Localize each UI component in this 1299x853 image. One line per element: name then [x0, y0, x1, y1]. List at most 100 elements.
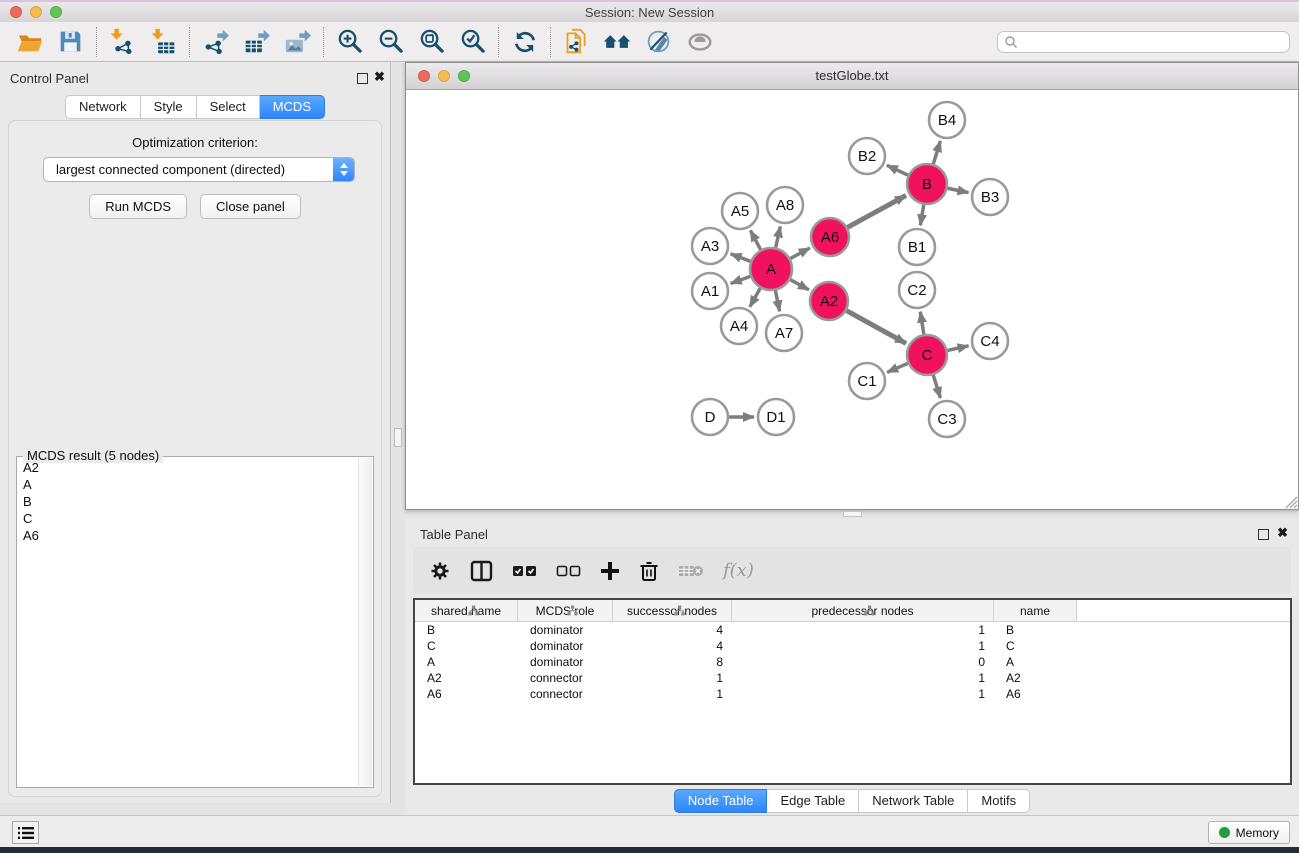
graph-node-A4[interactable]: A4 [721, 308, 757, 344]
graph-edge-B-B4[interactable] [932, 141, 940, 167]
graph-edge-C-C1[interactable] [887, 362, 910, 372]
split-divider-handle[interactable] [843, 511, 862, 517]
graph-edge-B-B3[interactable] [945, 188, 969, 193]
zoom-out-button[interactable] [370, 25, 411, 59]
graph-node-A2[interactable]: A2 [810, 282, 848, 320]
graph-edge-A-A2[interactable] [788, 278, 809, 290]
column-header-shared-name[interactable]: shared name [415, 600, 518, 621]
table-cell[interactable]: 1 [732, 687, 994, 701]
graph-edge-A-A4[interactable] [750, 286, 762, 307]
graph-node-A7[interactable]: A7 [766, 315, 802, 351]
zoom-fit-button[interactable] [411, 25, 452, 59]
table-row[interactable]: Bdominator41B [415, 622, 1290, 638]
mcds-result-item[interactable]: A6 [18, 527, 358, 544]
open-session-button[interactable] [9, 25, 50, 59]
graph-edge-C-C3[interactable] [932, 372, 940, 398]
close-panel-button[interactable]: Close panel [200, 194, 301, 219]
network-zoom-button[interactable] [458, 70, 470, 82]
table-cell[interactable]: connector [518, 671, 613, 685]
zoom-selected-button[interactable] [452, 25, 493, 59]
tab-node-table[interactable]: Node Table [674, 789, 768, 813]
first-neighbors-button[interactable] [597, 25, 638, 59]
show-hide-button[interactable] [679, 25, 720, 59]
table-cell[interactable]: A [994, 655, 1077, 669]
graph-node-A6[interactable]: A6 [811, 218, 849, 256]
graph-node-B3[interactable]: B3 [972, 179, 1008, 215]
network-window-titlebar[interactable]: testGlobe.txt [406, 63, 1298, 90]
graph-node-A[interactable]: A [750, 248, 792, 290]
table-cell[interactable]: connector [518, 687, 613, 701]
table-cell[interactable]: 4 [613, 623, 732, 637]
graph-edge-C-C2[interactable] [920, 312, 924, 338]
table-row[interactable]: A6connector11A6 [415, 686, 1290, 702]
criterion-dropdown[interactable]: largest connected component (directed) [43, 157, 355, 182]
table-cell[interactable]: C [994, 639, 1077, 653]
table-row[interactable]: Adominator80A [415, 654, 1290, 670]
export-network-button[interactable] [195, 25, 236, 59]
column-header-successor-nodes[interactable]: successor nodes [613, 600, 732, 621]
graph-edge-C-C4[interactable] [945, 346, 969, 351]
graph-edge-A-A3[interactable] [731, 254, 754, 262]
function-builder-icon[interactable]: f(x) [723, 560, 754, 581]
graph-node-B[interactable]: B [907, 164, 947, 204]
refresh-button[interactable] [504, 25, 545, 59]
graph-edge-A-A8[interactable] [775, 227, 780, 251]
add-column-icon[interactable] [600, 561, 620, 581]
close-panel-icon[interactable]: ✖ [374, 69, 385, 85]
graph-node-B4[interactable]: B4 [929, 102, 965, 138]
mcds-result-item[interactable]: A2 [18, 459, 358, 476]
graph-edge-A-A5[interactable] [750, 230, 762, 252]
search-box[interactable] [997, 31, 1290, 53]
table-cell[interactable]: 1 [613, 687, 732, 701]
table-cell[interactable]: B [994, 623, 1077, 637]
deselect-all-icon[interactable] [556, 564, 581, 578]
delete-table-icon[interactable] [678, 562, 704, 580]
table-cell[interactable]: 1 [613, 671, 732, 685]
table-cell[interactable]: dominator [518, 655, 613, 669]
graph-edge-A-A1[interactable] [731, 275, 753, 283]
table-cell[interactable]: A6 [415, 687, 518, 701]
table-cell[interactable]: A6 [994, 687, 1077, 701]
show-columns-icon[interactable] [470, 560, 493, 582]
save-session-button[interactable] [50, 25, 91, 59]
tab-network[interactable]: Network [65, 95, 141, 119]
annotations-button[interactable] [638, 25, 679, 59]
tab-select[interactable]: Select [197, 95, 260, 119]
mcds-result-item[interactable]: B [18, 493, 358, 510]
graph-node-C1[interactable]: C1 [849, 363, 885, 399]
network-from-selection-button[interactable] [556, 25, 597, 59]
table-cell[interactable]: 4 [613, 639, 732, 653]
import-table-button[interactable] [143, 25, 184, 59]
graph-node-A1[interactable]: A1 [692, 273, 728, 309]
graph-edge-A2-C[interactable] [844, 309, 906, 343]
graph-edge-A6-B[interactable] [845, 196, 906, 229]
graph-node-C3[interactable]: C3 [929, 401, 965, 437]
graph-edge-A-A7[interactable] [775, 288, 780, 312]
table-cell[interactable]: A2 [994, 671, 1077, 685]
run-mcds-button[interactable]: Run MCDS [89, 194, 187, 219]
table-cell[interactable]: 1 [732, 671, 994, 685]
table-cell[interactable]: A [415, 655, 518, 669]
table-row[interactable]: Cdominator41C [415, 638, 1290, 654]
table-cell[interactable]: B [415, 623, 518, 637]
graph-node-B1[interactable]: B1 [899, 229, 935, 265]
table-cell[interactable]: 8 [613, 655, 732, 669]
tab-network-table[interactable]: Network Table [859, 789, 968, 813]
search-input[interactable] [1018, 34, 1283, 50]
float-panel-icon[interactable] [1258, 529, 1269, 540]
tab-edge-table[interactable]: Edge Table [767, 789, 859, 813]
table-settings-gear-icon[interactable] [429, 560, 451, 582]
memory-button[interactable]: Memory [1208, 821, 1290, 844]
table-cell[interactable]: dominator [518, 623, 613, 637]
graph-node-D1[interactable]: D1 [758, 399, 794, 435]
column-header-predecessor-nodes[interactable]: predecessor nodes [732, 600, 994, 621]
table-cell[interactable]: 0 [732, 655, 994, 669]
zoom-in-button[interactable] [329, 25, 370, 59]
tab-mcds[interactable]: MCDS [260, 95, 325, 119]
graph-node-C4[interactable]: C4 [972, 323, 1008, 359]
export-image-button[interactable] [277, 25, 318, 59]
graph-edge-B-B2[interactable] [887, 165, 911, 176]
network-minimize-button[interactable] [438, 70, 450, 82]
task-history-button[interactable] [12, 821, 39, 844]
import-network-button[interactable] [102, 25, 143, 59]
